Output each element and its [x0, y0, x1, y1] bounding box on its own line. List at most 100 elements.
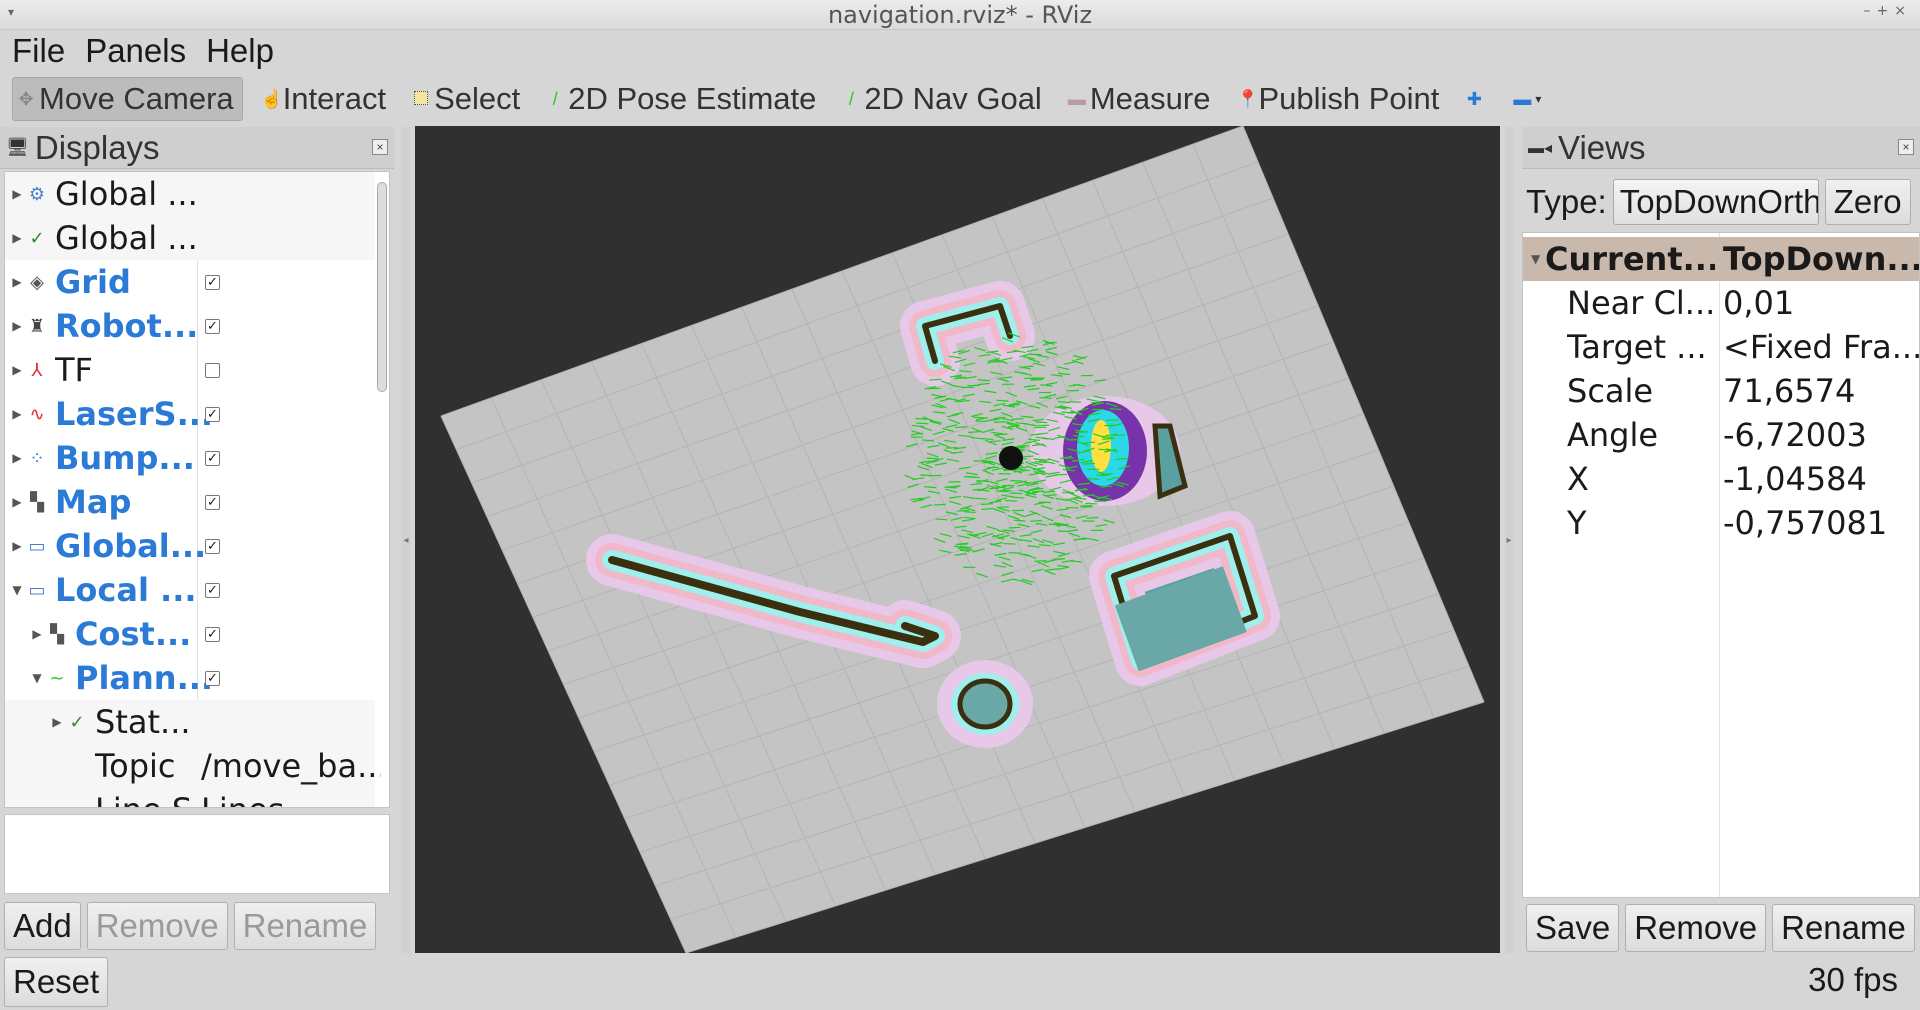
close-icon[interactable]: ×: [1898, 139, 1914, 155]
display-item[interactable]: Line S...Lines: [5, 788, 375, 807]
enable-checkbox[interactable]: ✓: [205, 318, 220, 334]
robot-icon: ♜: [28, 315, 46, 337]
menu-help[interactable]: Help: [206, 32, 274, 70]
property-value[interactable]: -1,04584: [1723, 460, 1919, 498]
fps-readout: 30 fps: [1808, 961, 1898, 998]
view-property-row[interactable]: X -1,04584: [1523, 457, 1919, 501]
tool-2d-nav-goal[interactable]: / 2D Nav Goal: [838, 77, 1049, 121]
display-item[interactable]: Topic/move_ba...: [5, 744, 381, 788]
display-name: Global...: [55, 527, 207, 565]
view-property-row[interactable]: Y -0,757081: [1523, 501, 1919, 545]
chevron-right-icon[interactable]: ▶: [9, 231, 25, 245]
property-value[interactable]: -6,72003: [1723, 416, 1919, 454]
chevron-down-icon[interactable]: ▼: [29, 671, 45, 685]
tool-publish-point[interactable]: 📍 Publish Point: [1232, 77, 1447, 121]
display-item[interactable]: ▶ ⁘ Bump... ✓: [5, 436, 375, 480]
enable-checkbox[interactable]: ✓: [205, 274, 220, 290]
tool-measure[interactable]: ▬ Measure: [1064, 77, 1219, 121]
chevron-right-icon[interactable]: ▶: [9, 495, 25, 509]
reset-button[interactable]: Reset: [4, 957, 109, 1007]
display-item[interactable]: ▼ ~ Plann... ✓: [5, 656, 375, 700]
display-item[interactable]: ▶ ♜ Robot... ✓: [5, 304, 375, 348]
3d-viewport[interactable]: [415, 126, 1500, 953]
ruler-icon: ▬: [1067, 88, 1086, 109]
display-item[interactable]: ▶ ⅄ TF: [5, 348, 375, 392]
chevron-down-icon[interactable]: ▼: [9, 583, 25, 597]
display-item[interactable]: ▶ ⚙ Global ...: [5, 172, 375, 216]
property-key: Near Cl...: [1567, 284, 1716, 322]
monitor-icon: 🖥: [6, 137, 29, 157]
chevron-right-icon[interactable]: ▶: [9, 539, 25, 553]
chevron-right-icon[interactable]: ▶: [9, 319, 25, 333]
remove-tool-button[interactable]: ▬ ▾: [1509, 77, 1549, 121]
enable-checkbox[interactable]: ✓: [205, 406, 220, 422]
menu-file[interactable]: File: [12, 32, 65, 70]
particle-arrow: [1032, 490, 1045, 493]
add-tool-button[interactable]: ✚: [1461, 77, 1495, 121]
scrollbar[interactable]: [377, 182, 387, 392]
add-display-button[interactable]: Add: [4, 902, 81, 950]
enable-checkbox[interactable]: ✓: [205, 450, 220, 466]
remove-display-button[interactable]: Remove: [86, 902, 228, 950]
tool-select[interactable]: Select: [408, 77, 528, 121]
window-menu-icon[interactable]: ▾: [8, 0, 14, 24]
chevron-right-icon[interactable]: ▶: [9, 187, 25, 201]
display-item[interactable]: ▶ ✓ Global ...: [5, 216, 375, 260]
rename-display-button[interactable]: Rename: [233, 902, 377, 950]
grid-edge: [528, 236, 665, 284]
menu-panels[interactable]: Panels: [85, 32, 186, 70]
view-property-row[interactable]: Angle -6,72003: [1523, 413, 1919, 457]
axes-icon: ⅄: [31, 359, 43, 381]
display-value[interactable]: Lines: [201, 791, 381, 807]
rename-view-button[interactable]: Rename: [1772, 904, 1915, 952]
display-item[interactable]: ▼ ▭ Local ... ✓: [5, 568, 375, 612]
view-type-select[interactable]: TopDownOrtho: [1612, 179, 1819, 225]
enable-checkbox[interactable]: ✓: [205, 494, 220, 510]
view-property-row[interactable]: Near Cl... 0,01: [1523, 281, 1919, 325]
enable-checkbox[interactable]: ✓: [205, 670, 220, 686]
left-splitter[interactable]: ◂: [402, 127, 410, 953]
particle-arrow: [957, 509, 970, 512]
display-item[interactable]: ▶ ▭ Global... ✓: [5, 524, 375, 568]
tool-2d-pose-estimate[interactable]: / 2D Pose Estimate: [542, 77, 824, 121]
zero-button[interactable]: Zero: [1824, 179, 1911, 225]
display-item[interactable]: ▶ ✓ Stat...: [5, 700, 375, 744]
display-item[interactable]: ▶ ▚ Map ✓: [5, 480, 375, 524]
display-value[interactable]: /move_ba...: [201, 747, 381, 785]
view-property-row[interactable]: Target ... <Fixed Fra...: [1523, 325, 1919, 369]
particle-arrow: [1030, 378, 1043, 381]
chevron-right-icon[interactable]: ▶: [9, 363, 25, 377]
property-value[interactable]: <Fixed Fra...: [1723, 328, 1919, 366]
right-splitter[interactable]: ▸: [1505, 127, 1513, 953]
window-controls[interactable]: –+×: [1864, 0, 1912, 22]
map-scene[interactable]: [415, 126, 1500, 953]
chevron-right-icon[interactable]: ▶: [9, 451, 25, 465]
display-item[interactable]: ▶ ∿ LaserS... ✓: [5, 392, 375, 436]
chevron-down-icon[interactable]: ▼: [1531, 252, 1540, 266]
map-icon: ▚: [50, 623, 64, 645]
enable-checkbox[interactable]: [205, 362, 220, 378]
enable-checkbox[interactable]: ✓: [205, 538, 220, 554]
property-value[interactable]: -0,757081: [1723, 504, 1919, 542]
save-view-button[interactable]: Save: [1526, 904, 1620, 952]
display-item[interactable]: ▶ ▚ Cost... ✓: [5, 612, 375, 656]
tool-label: 2D Pose Estimate: [568, 81, 817, 116]
current-view-row[interactable]: ▼ Current... TopDown...: [1523, 237, 1919, 281]
property-value[interactable]: 71,6574: [1723, 372, 1919, 410]
view-property-row[interactable]: Scale 71,6574: [1523, 369, 1919, 413]
chevron-right-icon[interactable]: ▶: [49, 715, 65, 729]
enable-checkbox[interactable]: ✓: [205, 582, 220, 598]
display-name: Robot...: [55, 307, 199, 345]
remove-view-button[interactable]: Remove: [1625, 904, 1767, 952]
chevron-right-icon[interactable]: ▶: [9, 407, 25, 421]
particle-arrow: [1024, 377, 1037, 380]
enable-checkbox[interactable]: ✓: [205, 626, 220, 642]
close-icon[interactable]: ×: [372, 139, 388, 155]
chevron-right-icon[interactable]: ▶: [29, 627, 45, 641]
chevron-right-icon[interactable]: ▶: [9, 275, 25, 289]
robot-marker: [999, 446, 1023, 470]
property-value[interactable]: 0,01: [1723, 284, 1919, 322]
display-item[interactable]: ▶ ◈ Grid ✓: [5, 260, 375, 304]
tool-interact[interactable]: ☝ Interact: [257, 77, 394, 121]
tool-move-camera[interactable]: ✥ Move Camera: [12, 77, 243, 121]
